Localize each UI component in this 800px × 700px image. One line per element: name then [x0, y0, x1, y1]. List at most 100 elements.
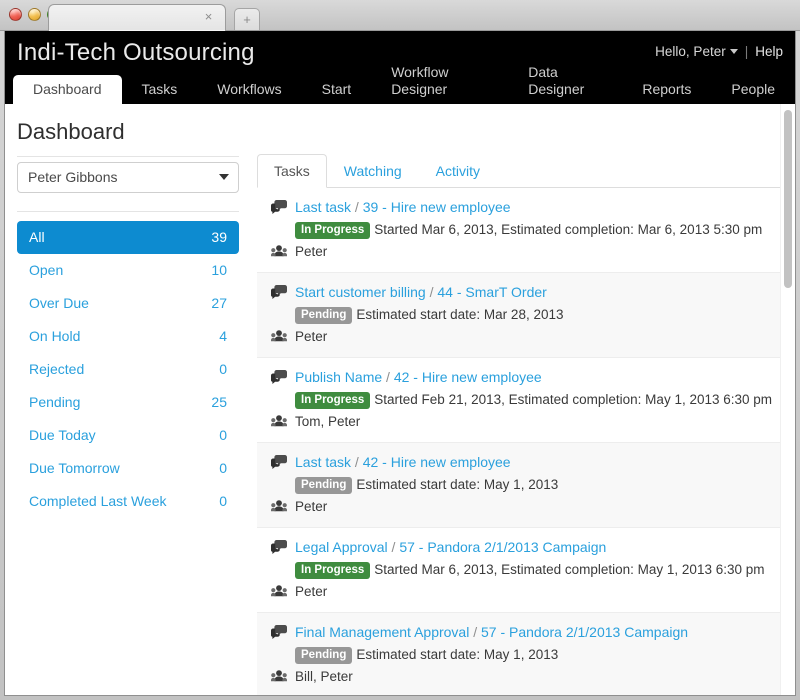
task-meta-text: Started Feb 21, 2013, Estimated completi…	[374, 392, 773, 407]
filter-count: 0	[219, 460, 227, 476]
task-name-link[interactable]: Final Management Approval	[295, 624, 469, 640]
filter-label: On Hold	[29, 328, 81, 344]
comments-icon	[271, 540, 287, 555]
task-row[interactable]: Final Management Approval / 57 - Pandora…	[257, 613, 785, 695]
task-name-link[interactable]: Start customer billing	[295, 284, 426, 300]
close-icon[interactable]: ×	[202, 10, 215, 23]
task-title: Legal Approval / 57 - Pandora 2/1/2013 C…	[269, 538, 773, 557]
nav-tab-people[interactable]: People	[711, 76, 795, 104]
user-menu-label: Hello, Peter	[655, 44, 726, 59]
task-assignees: Peter	[269, 497, 773, 516]
nav-tab-workflow-designer[interactable]: Workflow Designer	[371, 59, 508, 104]
task-name-link[interactable]: Publish Name	[295, 369, 382, 385]
close-window-button[interactable]	[9, 8, 22, 21]
page-body: Dashboard Peter Gibbons All 39 Open 10 Over …	[5, 104, 795, 695]
scrollbar-thumb[interactable]	[784, 110, 792, 288]
filter-count: 39	[211, 229, 227, 245]
assignee-names: Peter	[295, 499, 328, 514]
filter-count: 4	[219, 328, 227, 344]
task-assignees: Peter	[269, 242, 773, 261]
filter-count: 0	[219, 427, 227, 443]
filter-count: 0	[219, 361, 227, 377]
new-tab-button[interactable]: +	[234, 8, 260, 30]
task-meta-text: Started Mar 6, 2013, Estimated completio…	[374, 222, 763, 237]
group-icon	[271, 329, 287, 343]
page-scrollbar[interactable]	[780, 104, 793, 695]
nav-tab-workflows[interactable]: Workflows	[197, 76, 301, 104]
filter-item-completed-last-week[interactable]: Completed Last Week 0	[17, 485, 239, 518]
task-title-separator: /	[425, 284, 438, 300]
browser-tab[interactable]: ×	[48, 4, 226, 31]
workflow-link[interactable]: 44 - SmarT Order	[437, 284, 546, 300]
workflow-link[interactable]: 42 - Hire new employee	[363, 454, 511, 470]
task-meta: In Progress Started Feb 21, 2013, Estimat…	[269, 390, 773, 410]
filter-item-on-hold[interactable]: On Hold 4	[17, 320, 239, 353]
main-nav-tabs: Dashboard Tasks Workflows Start Workflow Des…	[13, 64, 795, 104]
task-name-link[interactable]: Last task	[295, 454, 351, 470]
task-title: Last task / 42 - Hire new employee	[269, 453, 773, 472]
task-name-link[interactable]: Last task	[295, 199, 351, 215]
task-title-separator: /	[382, 369, 394, 385]
nav-tab-data-designer[interactable]: Data Designer	[508, 59, 622, 104]
filter-label: Pending	[29, 394, 81, 410]
task-row[interactable]: Publish Name / 42 - Hire new employee In …	[257, 358, 785, 443]
nav-tab-dashboard[interactable]: Dashboard	[13, 75, 122, 104]
filter-item-open[interactable]: Open 10	[17, 254, 239, 287]
content-pane: Tasks Watching Activity Last task / 39 - H…	[257, 154, 785, 695]
filter-item-over-due[interactable]: Over Due 27	[17, 287, 239, 320]
workflow-link[interactable]: 39 - Hire new employee	[363, 199, 511, 215]
nav-tab-start[interactable]: Start	[302, 76, 372, 104]
filter-item-due-tomorrow[interactable]: Due Tomorrow 0	[17, 452, 239, 485]
sidebar-divider	[17, 211, 239, 212]
main-navbar: Dashboard Tasks Workflows Start Workflow Des…	[5, 64, 795, 104]
filter-item-rejected[interactable]: Rejected 0	[17, 353, 239, 386]
task-row[interactable]: Last task / 39 - Hire new employee In Pro…	[257, 188, 785, 273]
filter-count: 25	[211, 394, 227, 410]
workflow-link[interactable]: 57 - Pandora 2/1/2013 Campaign	[399, 539, 606, 555]
nav-tab-reports[interactable]: Reports	[622, 76, 711, 104]
browser-window: × + Indi-Tech Outsourcing Hello, Peter |…	[0, 0, 800, 700]
task-row[interactable]: Start customer billing / 44 - SmarT Orde…	[257, 273, 785, 358]
page-title: Dashboard	[17, 119, 125, 144]
filter-label: Due Today	[29, 427, 96, 443]
tab-activity[interactable]: Activity	[419, 154, 497, 188]
task-row[interactable]: Legal Approval / 57 - Pandora 2/1/2013 C…	[257, 528, 785, 613]
page-viewport: Indi-Tech Outsourcing Hello, Peter | Hel…	[4, 31, 796, 696]
task-title-separator: /	[387, 539, 400, 555]
filter-count: 0	[219, 493, 227, 509]
task-meta-text: Estimated start date: Mar 28, 2013	[356, 307, 564, 322]
user-select[interactable]: Peter Gibbons	[17, 162, 239, 193]
status-badge: In Progress	[295, 392, 371, 409]
task-title-separator: /	[469, 624, 481, 640]
filter-item-all[interactable]: All 39	[17, 221, 239, 254]
workflow-link[interactable]: 42 - Hire new employee	[394, 369, 542, 385]
comments-icon	[271, 370, 287, 385]
nav-tab-tasks[interactable]: Tasks	[122, 76, 198, 104]
filter-list: All 39 Open 10 Over Due 27 On Hold 4 Rejected 0 Pe…	[17, 221, 239, 518]
filter-label: Completed Last Week	[29, 493, 167, 509]
task-meta: Pending Estimated start date: May 1, 2013	[269, 475, 773, 495]
filter-item-pending[interactable]: Pending 25	[17, 386, 239, 419]
minimize-window-button[interactable]	[28, 8, 41, 21]
assignee-names: Bill, Peter	[295, 669, 353, 684]
task-name-link[interactable]: Legal Approval	[295, 539, 388, 555]
tab-watching[interactable]: Watching	[327, 154, 419, 188]
user-menu-button[interactable]: Hello, Peter	[655, 44, 738, 59]
task-list: Last task / 39 - Hire new employee In Pro…	[257, 188, 785, 695]
workflow-link[interactable]: 57 - Pandora 2/1/2013 Campaign	[481, 624, 688, 640]
tab-tasks[interactable]: Tasks	[257, 154, 327, 188]
group-icon	[271, 499, 287, 513]
header-account-area: Hello, Peter | Help	[655, 44, 783, 59]
filter-label: Due Tomorrow	[29, 460, 120, 476]
task-row[interactable]: Last task / 42 - Hire new employee Pendin…	[257, 443, 785, 528]
task-title-separator: /	[351, 454, 363, 470]
filter-label: Open	[29, 262, 64, 278]
help-link[interactable]: Help	[755, 44, 783, 59]
assignee-names: Peter	[295, 244, 328, 259]
status-badge: Pending	[295, 477, 353, 494]
filter-label: Rejected	[29, 361, 85, 377]
filter-item-due-today[interactable]: Due Today 0	[17, 419, 239, 452]
assignee-names: Peter	[295, 584, 328, 599]
user-select-wrapper: Peter Gibbons	[17, 162, 239, 193]
chevron-down-icon	[729, 49, 738, 54]
